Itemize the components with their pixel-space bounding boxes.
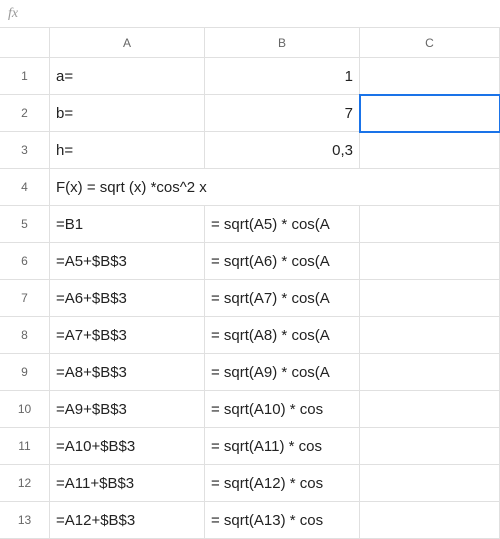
cell-A8[interactable]: =A7+$B$3 <box>50 317 205 354</box>
cell-C3[interactable] <box>360 132 500 169</box>
cell-B7[interactable]: = sqrt(A7) * cos(A <box>205 280 360 317</box>
cell-B1[interactable]: 1 <box>205 58 360 95</box>
cell-C13[interactable] <box>360 502 500 539</box>
select-all-corner[interactable] <box>0 28 50 58</box>
cell-C7[interactable] <box>360 280 500 317</box>
cell-B13[interactable]: = sqrt(A13) * cos <box>205 502 360 539</box>
fx-icon: fx <box>8 6 18 22</box>
cell-C11[interactable] <box>360 428 500 465</box>
cell-C2[interactable] <box>360 95 500 132</box>
cell-A4[interactable]: F(x) = sqrt (x) *cos^2 x <box>50 169 500 206</box>
cell-C6[interactable] <box>360 243 500 280</box>
cell-A10[interactable]: =A9+$B$3 <box>50 391 205 428</box>
cell-A11[interactable]: =A10+$B$3 <box>50 428 205 465</box>
row-header[interactable]: 10 <box>0 391 50 428</box>
row-header[interactable]: 8 <box>0 317 50 354</box>
cell-B5[interactable]: = sqrt(A5) * cos(A <box>205 206 360 243</box>
cell-C9[interactable] <box>360 354 500 391</box>
row-header[interactable]: 9 <box>0 354 50 391</box>
row-header[interactable]: 12 <box>0 465 50 502</box>
formula-input[interactable] <box>30 0 492 27</box>
cell-B8[interactable]: = sqrt(A8) * cos(A <box>205 317 360 354</box>
cell-C8[interactable] <box>360 317 500 354</box>
cell-A5[interactable]: =B1 <box>50 206 205 243</box>
cell-C1[interactable] <box>360 58 500 95</box>
cell-B10[interactable]: = sqrt(A10) * cos <box>205 391 360 428</box>
cell-A9[interactable]: =A8+$B$3 <box>50 354 205 391</box>
cell-C10[interactable] <box>360 391 500 428</box>
cell-B3[interactable]: 0,3 <box>205 132 360 169</box>
row-header[interactable]: 6 <box>0 243 50 280</box>
cell-B9[interactable]: = sqrt(A9) * cos(A <box>205 354 360 391</box>
cell-A12[interactable]: =A11+$B$3 <box>50 465 205 502</box>
row-header[interactable]: 13 <box>0 502 50 539</box>
cell-C12[interactable] <box>360 465 500 502</box>
col-header-B[interactable]: B <box>205 28 360 58</box>
cell-A7[interactable]: =A6+$B$3 <box>50 280 205 317</box>
row-header[interactable]: 5 <box>0 206 50 243</box>
row-header[interactable]: 4 <box>0 169 50 206</box>
cell-A13[interactable]: =A12+$B$3 <box>50 502 205 539</box>
cell-C5[interactable] <box>360 206 500 243</box>
cell-B12[interactable]: = sqrt(A12) * cos <box>205 465 360 502</box>
formula-bar: fx <box>0 0 500 28</box>
row-header[interactable]: 11 <box>0 428 50 465</box>
row-header[interactable]: 3 <box>0 132 50 169</box>
cell-A3[interactable]: h= <box>50 132 205 169</box>
cell-A1[interactable]: a= <box>50 58 205 95</box>
cell-A2[interactable]: b= <box>50 95 205 132</box>
spreadsheet-grid: A B C 1 a= 1 2 b= 7 3 h= 0,3 4 F(x) = sq… <box>0 28 500 539</box>
cell-A6[interactable]: =A5+$B$3 <box>50 243 205 280</box>
cell-B11[interactable]: = sqrt(A11) * cos <box>205 428 360 465</box>
row-header[interactable]: 2 <box>0 95 50 132</box>
cell-B6[interactable]: = sqrt(A6) * cos(A <box>205 243 360 280</box>
row-header[interactable]: 7 <box>0 280 50 317</box>
col-header-A[interactable]: A <box>50 28 205 58</box>
row-header[interactable]: 1 <box>0 58 50 95</box>
col-header-C[interactable]: C <box>360 28 500 58</box>
cell-B2[interactable]: 7 <box>205 95 360 132</box>
